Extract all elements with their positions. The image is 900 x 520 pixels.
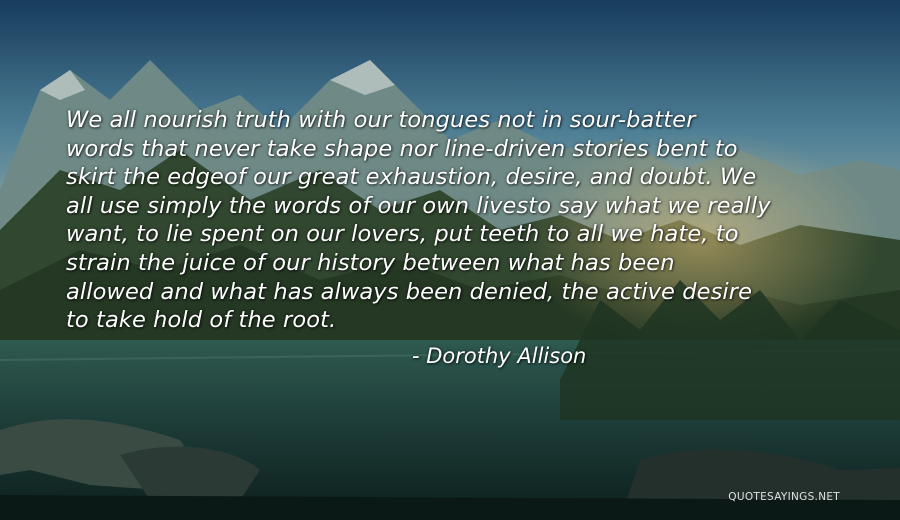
quote-line: We all nourish truth with our tongues no… bbox=[66, 107, 696, 133]
quote-author: - Dorothy Allison bbox=[412, 344, 587, 368]
quote-line: all use simply the words of our own live… bbox=[66, 192, 771, 219]
quote-text: We all nourish truth with our tongues no… bbox=[66, 106, 846, 335]
quote-line: allowed and what has always been denied,… bbox=[66, 278, 753, 305]
quote-line: to take hold of the root. bbox=[66, 307, 337, 334]
quote-line: skirt the edgeof our great exhaustion, d… bbox=[66, 164, 757, 191]
quote-line: want, to lie spent on our lovers, put te… bbox=[66, 221, 739, 248]
quote-card: We all nourish truth with our tongues no… bbox=[0, 0, 900, 520]
quote-line: words that never take shape nor line-dri… bbox=[66, 135, 738, 162]
quote-line: strain the juice of our history between … bbox=[66, 249, 675, 276]
site-watermark: QUOTESAYINGS.NET bbox=[728, 491, 840, 503]
